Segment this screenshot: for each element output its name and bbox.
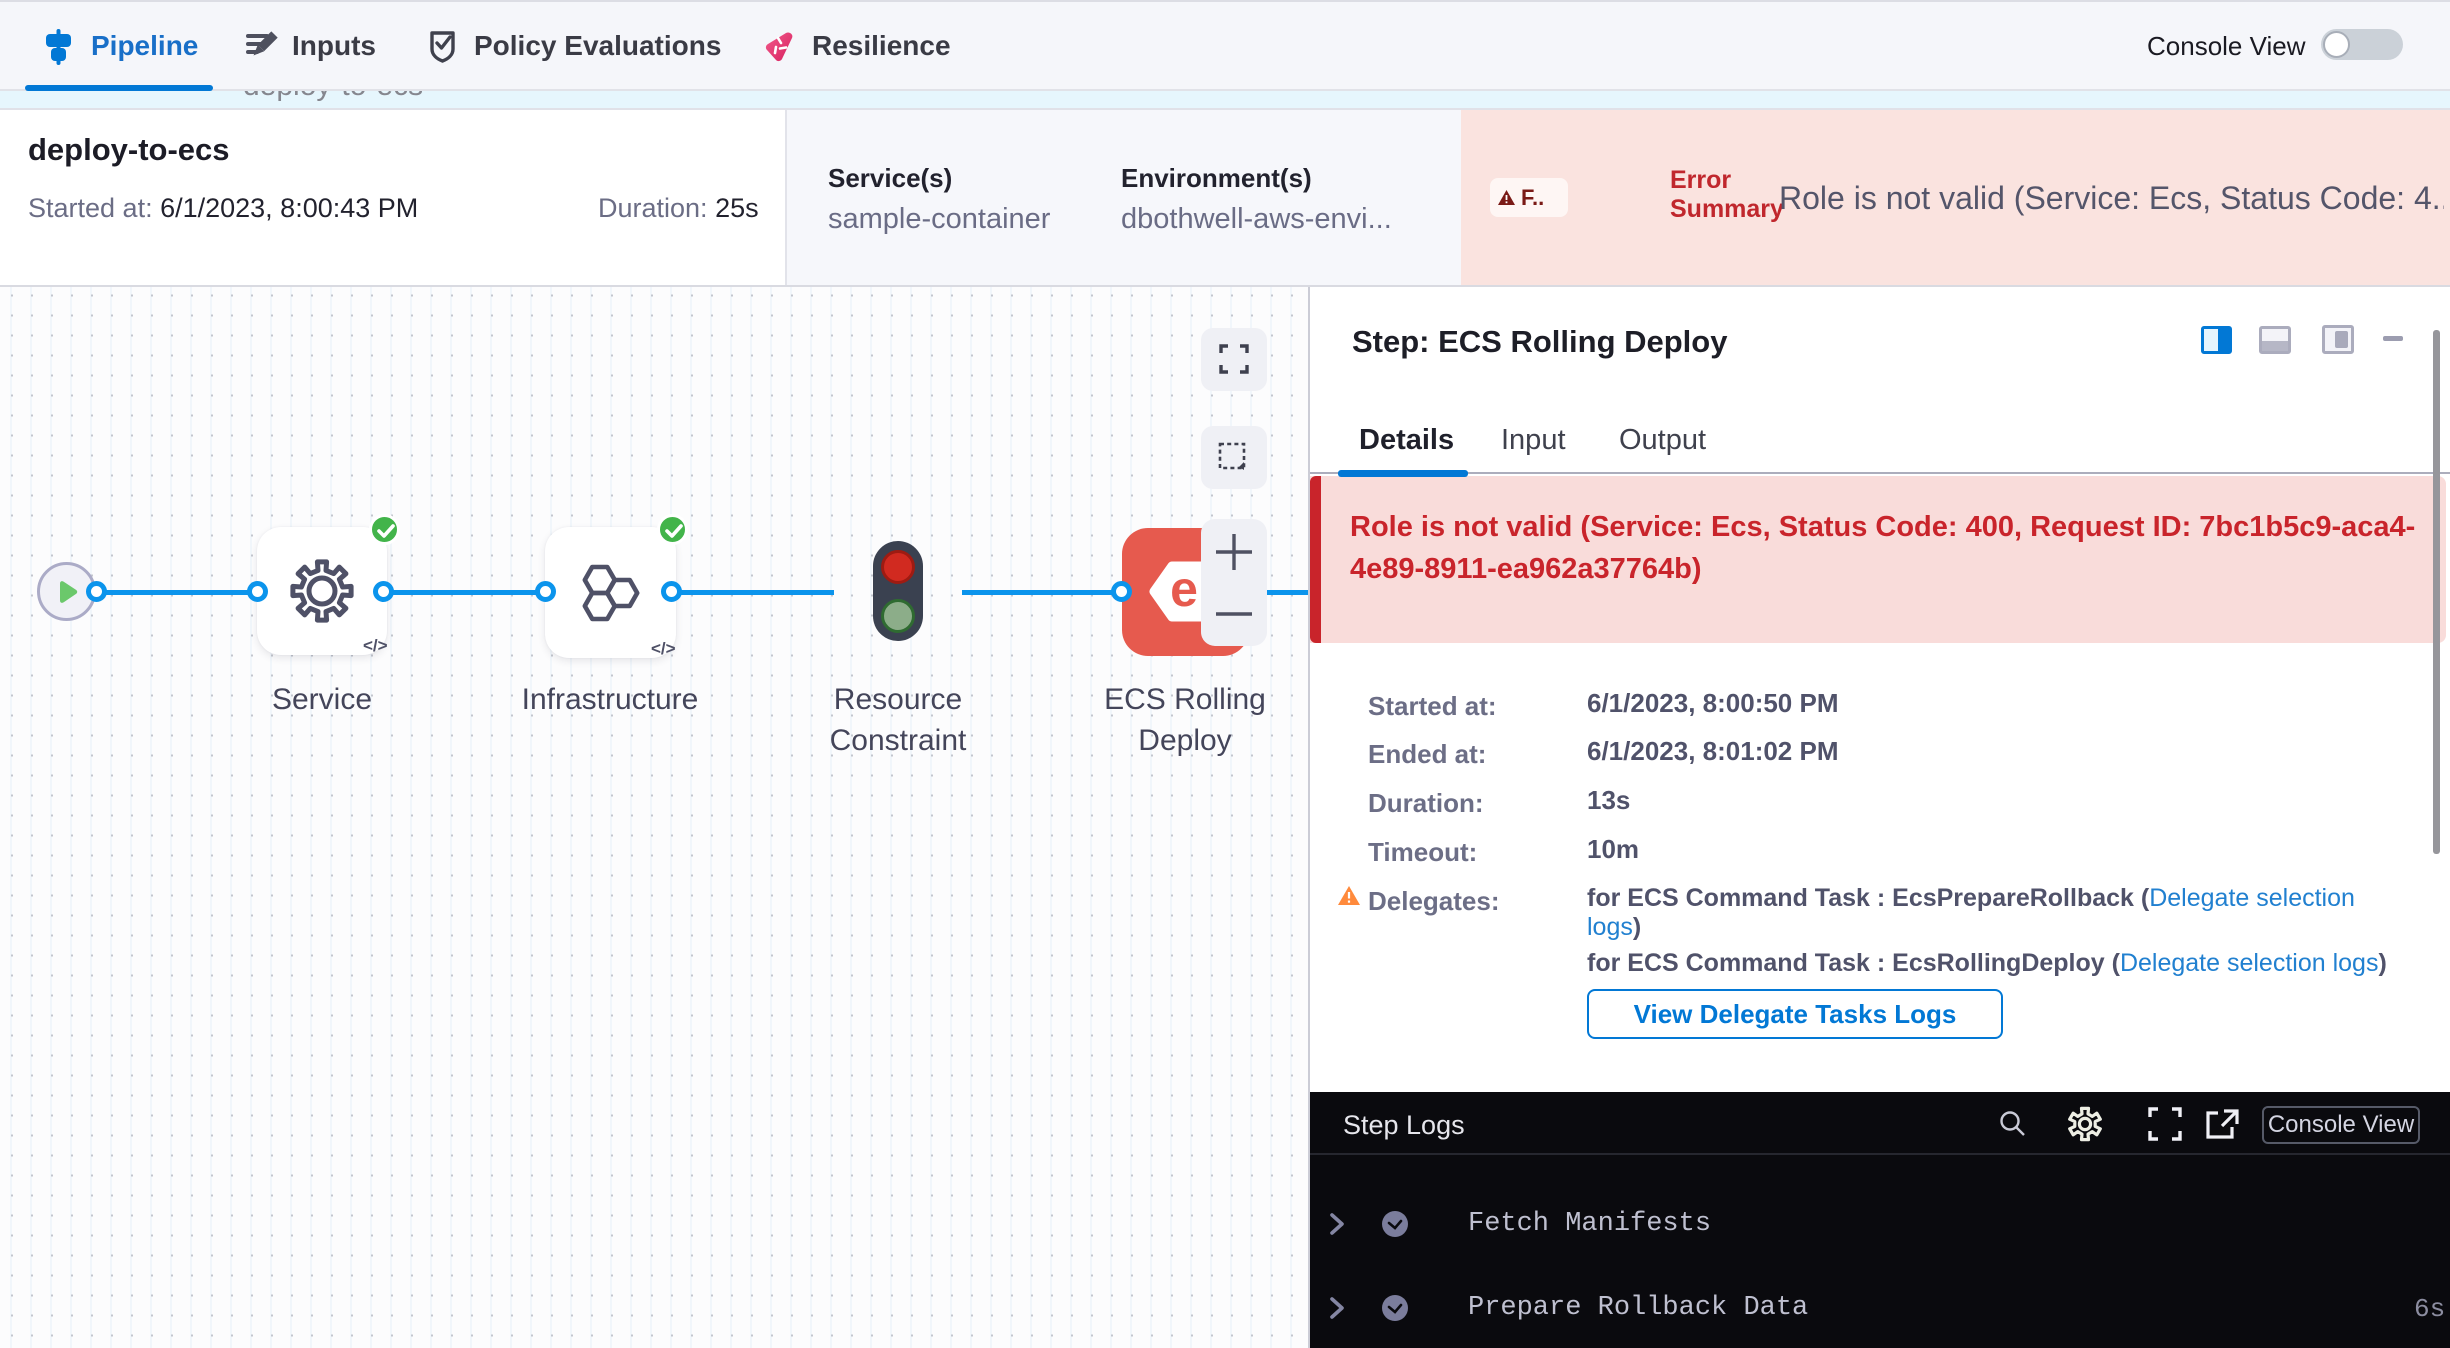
svg-text:e: e [1170, 561, 1198, 617]
